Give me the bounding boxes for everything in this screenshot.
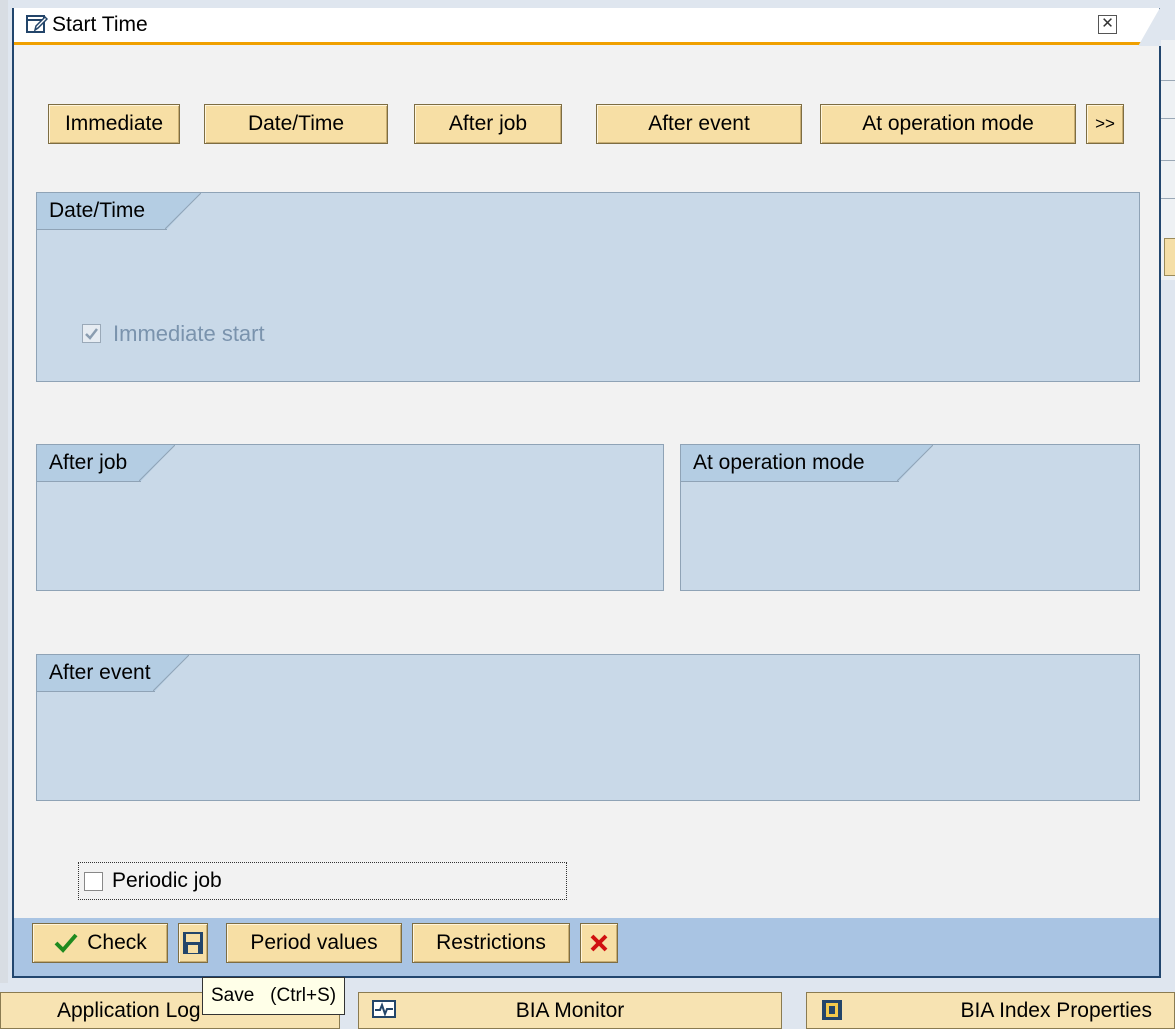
immediate-button-label: Immediate: [64, 112, 164, 135]
save-tooltip: Save (Ctrl+S): [202, 977, 346, 1015]
save-tooltip-text: Save (Ctrl+S): [211, 985, 337, 1006]
at-operation-mode-button-label: At operation mode: [862, 112, 1034, 135]
at-operation-mode-group: At operation mode: [680, 444, 1140, 591]
check-button-label: Check: [87, 931, 147, 954]
periodic-job-label: Periodic job: [112, 869, 222, 892]
restrictions-label: Restrictions: [436, 931, 546, 954]
checkmark-icon: [53, 932, 79, 954]
start-time-dialog: Start Time ✕ Immediate Date/Time After j…: [12, 6, 1161, 978]
tab-underline: [681, 481, 899, 482]
cancel-button[interactable]: [580, 923, 618, 963]
parent-window-edge: [0, 0, 8, 1029]
more-options-label: >>: [1095, 114, 1115, 133]
dialog-title: Start Time: [52, 13, 148, 36]
date-time-button[interactable]: Date/Time: [204, 104, 388, 144]
after-event-button-label: After event: [648, 112, 750, 135]
period-values-button[interactable]: Period values: [226, 923, 402, 963]
at-operation-mode-button[interactable]: At operation mode: [820, 104, 1076, 144]
more-options-button[interactable]: >>: [1086, 104, 1124, 144]
date-time-group: Date/Time Immediate start: [36, 192, 1140, 382]
after-event-group-label: After event: [49, 661, 151, 684]
immediate-start-checkbox[interactable]: [82, 324, 101, 343]
bia-index-properties-label: BIA Index Properties: [960, 998, 1152, 1022]
close-icon[interactable]: ✕: [1098, 15, 1117, 34]
check-button[interactable]: Check: [32, 923, 168, 963]
application-log-label: Application Log: [57, 998, 201, 1022]
tab-underline: [37, 481, 141, 482]
date-time-button-label: Date/Time: [247, 112, 345, 135]
tab-underline: [37, 229, 167, 230]
dialog-titlebar: Start Time ✕: [14, 6, 1161, 46]
restrictions-button[interactable]: Restrictions: [412, 923, 570, 963]
cancel-x-icon: [589, 933, 609, 953]
periodic-job-checkbox[interactable]: [84, 872, 103, 891]
immediate-start-label: Immediate start: [113, 321, 265, 346]
tab-underline: [37, 691, 155, 692]
parent-window-button[interactable]: [1164, 238, 1175, 276]
after-job-button[interactable]: After job: [414, 104, 562, 144]
bia-monitor-label: BIA Monitor: [515, 998, 625, 1022]
after-event-group: After event: [36, 654, 1140, 801]
edit-window-icon: [26, 13, 49, 35]
date-time-group-label: Date/Time: [49, 199, 146, 222]
after-event-button[interactable]: After event: [596, 104, 802, 144]
save-icon: [182, 931, 204, 955]
after-job-group: After job: [36, 444, 664, 591]
monitor-icon: [369, 995, 399, 1025]
period-values-label: Period values: [250, 931, 378, 954]
at-operation-mode-group-label: At operation mode: [693, 451, 865, 474]
titlebar-corner: [1123, 6, 1161, 46]
bia-index-properties-button[interactable]: BIA Index Properties: [806, 992, 1175, 1029]
save-button[interactable]: [178, 923, 208, 963]
immediate-button[interactable]: Immediate: [48, 104, 180, 144]
bia-monitor-button[interactable]: BIA Monitor: [358, 992, 782, 1029]
properties-icon: [817, 995, 847, 1025]
after-job-group-label: After job: [49, 451, 128, 474]
after-job-button-label: After job: [448, 112, 528, 135]
